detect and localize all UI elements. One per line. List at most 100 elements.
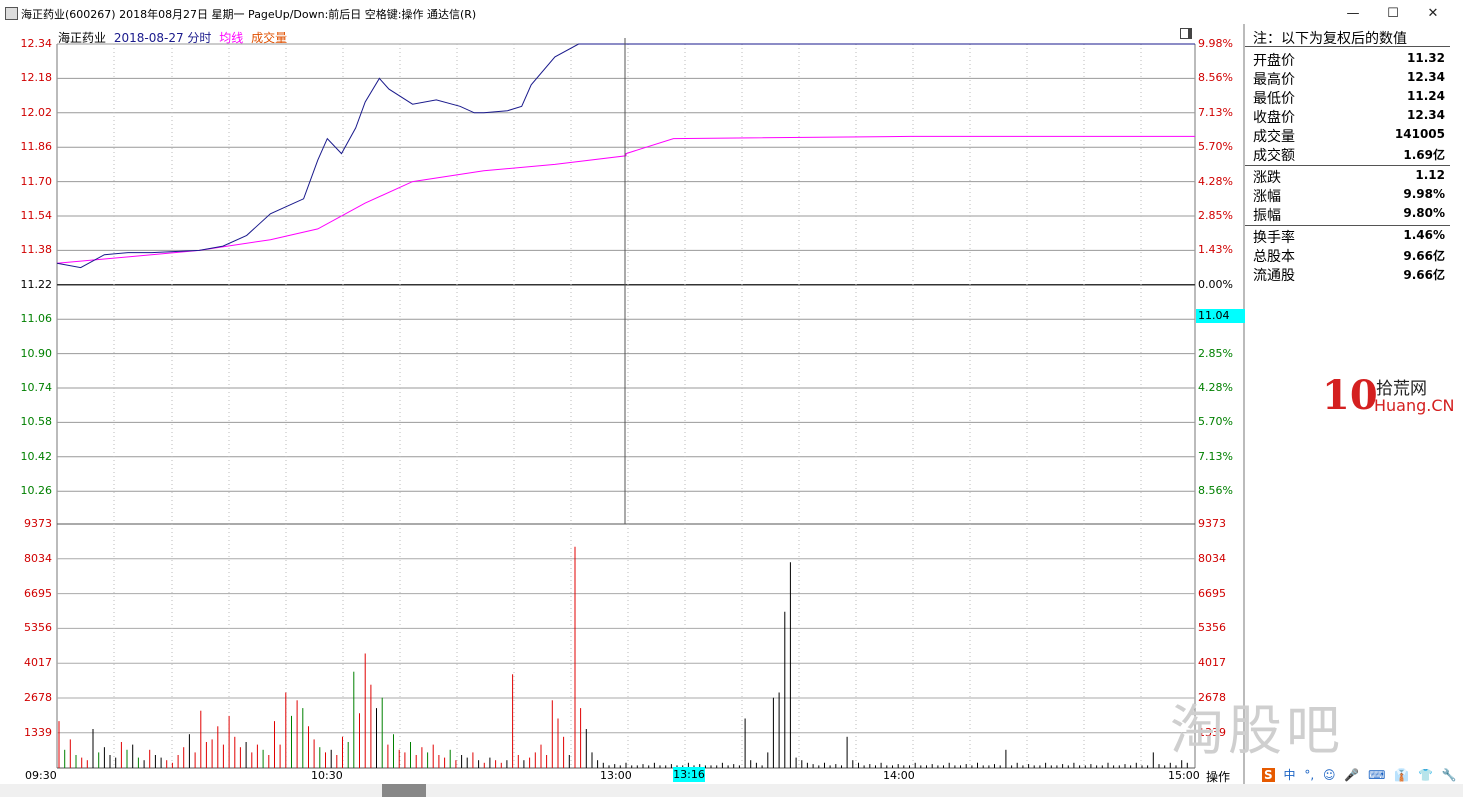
price-tick-label: 11.86 [20,140,53,154]
tray-punct-icon[interactable]: °, [1304,768,1314,782]
info-value: 9.66亿 [1403,268,1445,282]
info-value: 12.34 [1407,108,1445,122]
volume-tick-label-right: 4017 [1198,656,1226,670]
volume-tick-label: 5356 [24,621,52,635]
percent-tick-label: 0.00% [1198,277,1233,291]
info-value: 1.69亿 [1403,148,1445,162]
info-label: 开盘价 [1253,53,1295,69]
info-heading: 注：以下为复权后的数值 [1253,31,1407,47]
bottom-strip [0,784,1463,797]
volume-tick-label: 2678 [24,691,52,704]
ime-tray[interactable]: S 中 °, ☺ 🎤 ⌨ 👔 👕 🔧 [1262,766,1462,784]
info-value: 141005 [1394,127,1445,141]
info-value: 9.66亿 [1403,249,1445,263]
price-tick-label: 10.26 [20,484,53,498]
info-label: 流通股 [1253,268,1295,284]
info-label: 振幅 [1253,208,1281,224]
tray-shirt-icon[interactable]: 👕 [1418,768,1433,782]
intraday-chart[interactable] [0,0,1245,784]
info-value: 12.34 [1407,70,1445,84]
percent-tick-label: 7.13% [1198,449,1233,463]
volume-tick-label-right: 6695 [1198,586,1226,600]
price-tick-label: 10.58 [20,415,53,429]
tray-skin-icon[interactable]: 👔 [1394,768,1409,782]
percent-tick-label: 1.43% [1198,243,1233,257]
time-tick-label: 13:00 [600,769,632,782]
volume-tick-label: 1339 [24,725,52,739]
sogou-icon[interactable]: S [1262,768,1275,782]
info-label: 涨跌 [1253,170,1281,186]
percent-tick-label: 2.85% [1198,346,1233,360]
info-row: 成交额 1.69亿 [1253,145,1445,164]
info-separator [1245,165,1450,166]
info-label: 收盘价 [1253,110,1295,126]
logo-en: Huang.CN [1374,396,1455,415]
volume-tick-label-right: 8034 [1198,551,1226,565]
stock-name: 海正药业 [58,31,107,45]
info-row: 最高价 12.34 [1253,69,1445,88]
volume-tick-label: 9373 [24,517,52,530]
info-row: 涨幅 9.98% [1253,186,1445,205]
price-tick-label: 11.70 [20,174,53,188]
info-value: 9.98% [1403,187,1445,201]
chart-date: 2018-08-27 分时 [113,31,212,45]
time-tick-label: 09:30 [25,769,57,782]
price-tick-label: 11.22 [20,277,53,291]
volume-tick-label: 6695 [24,586,52,600]
info-label: 涨幅 [1253,189,1281,205]
maximize-button[interactable]: ☐ [1373,0,1413,28]
info-value: 11.32 [1407,51,1445,65]
info-row: 成交量 141005 [1253,126,1445,145]
percent-tick-label: 5.70% [1198,415,1233,429]
tray-mic-icon[interactable]: 🎤 [1344,768,1359,782]
percent-tick-label: 8.56% [1198,71,1233,85]
volume-legend: 成交量 [251,31,288,45]
info-value: 11.24 [1407,89,1445,103]
percent-tick-label: 4.28% [1198,174,1233,188]
info-label: 成交量 [1253,129,1295,145]
info-separator [1245,225,1450,226]
time-tick-label: 15:00 [1168,769,1200,782]
info-row: 振幅 9.80% [1253,205,1445,224]
tray-emoji-icon[interactable]: ☺ [1323,768,1336,782]
info-value: 1.46% [1403,228,1445,242]
percent-tick-label: 5.70% [1198,140,1233,154]
percent-tick-label: 9.98% [1198,37,1233,50]
info-label: 成交额 [1253,148,1295,164]
info-label: 换手率 [1253,230,1295,246]
minimize-button[interactable]: — [1333,0,1373,28]
price-tick-label: 12.34 [20,37,53,50]
info-row: 流通股 9.66亿 [1253,265,1445,284]
time-tick-label: 14:00 [883,769,915,782]
info-value: 1.12 [1415,168,1445,182]
info-row: 收盘价 12.34 [1253,107,1445,126]
chart-header: 海正药业 2018-08-27 分时 均线 成交量 [58,29,291,46]
tray-chinese-icon[interactable]: 中 [1283,766,1295,783]
cursor-price-tag: 11.04 [1196,309,1245,323]
tray-wrench-icon[interactable]: 🔧 [1442,768,1457,782]
time-tick-label: 10:30 [311,769,343,782]
price-tick-label: 12.18 [20,71,53,85]
price-tick-label: 10.90 [20,346,53,360]
info-label: 最高价 [1253,72,1295,88]
info-row: 总股本 9.66亿 [1253,246,1445,265]
volume-tick-label: 8034 [24,551,52,565]
info-row: 涨跌 1.12 [1253,167,1445,186]
price-tick-label: 12.02 [20,105,53,119]
info-row: 最低价 11.24 [1253,88,1445,107]
price-tick-label: 11.06 [20,312,53,326]
tray-keyboard-icon[interactable]: ⌨ [1368,768,1385,782]
volume-tick-label-right: 9373 [1198,517,1226,530]
operate-button[interactable]: 操作 [1206,768,1230,785]
price-tick-label: 10.74 [20,381,53,394]
cursor-time-tag: 13:16 [673,767,705,782]
info-row: 换手率 1.46% [1253,227,1445,246]
percent-tick-label: 2.85% [1198,209,1233,222]
info-row: 开盘价 11.32 [1253,50,1445,69]
price-tick-label: 11.38 [20,243,53,257]
panel-toggle-icon[interactable] [1180,28,1192,39]
info-label: 最低价 [1253,91,1295,107]
close-button[interactable]: ✕ [1413,0,1453,28]
volume-tick-label-right: 5356 [1198,621,1226,635]
watermark: 淘股吧 [1170,699,1344,762]
